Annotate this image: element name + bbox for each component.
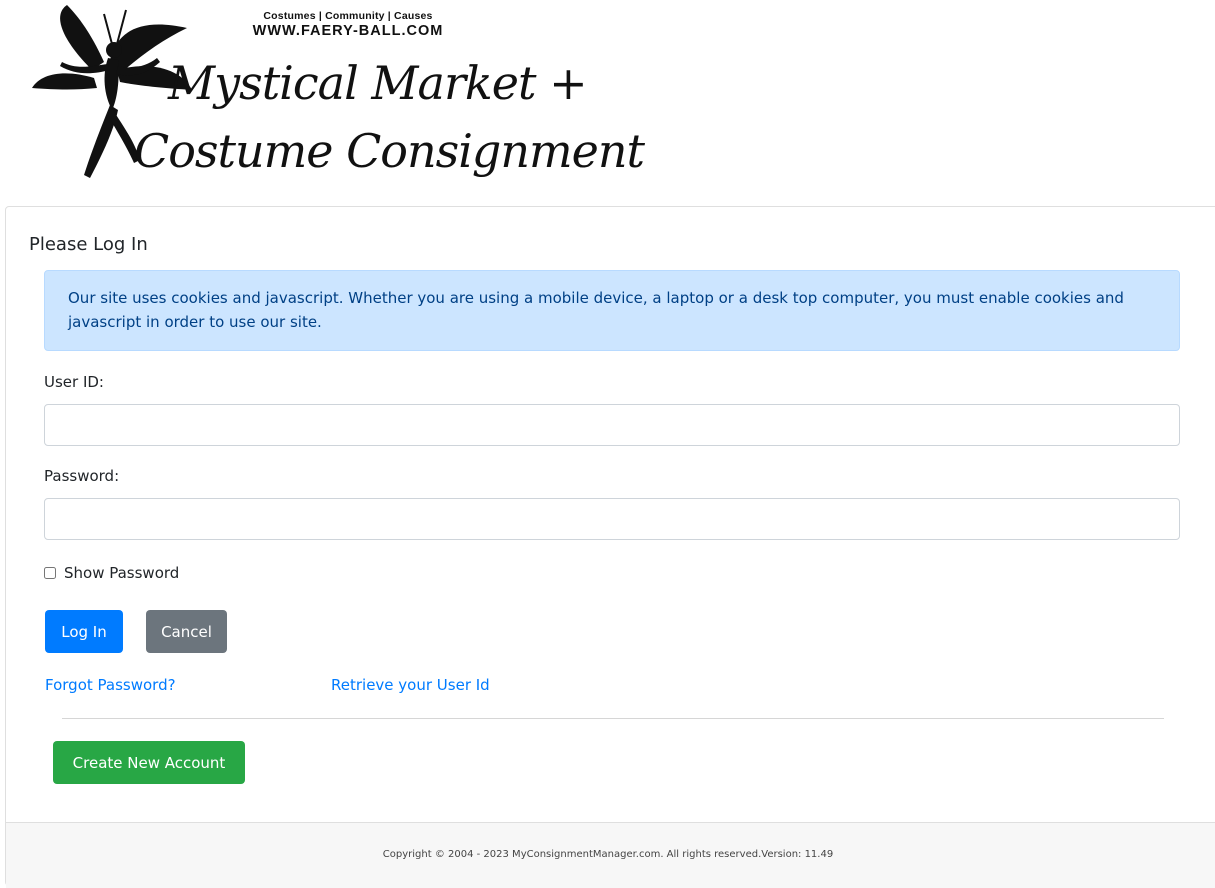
show-password-checkbox[interactable] xyxy=(44,567,56,579)
login-card: Please Log In Our site uses cookies and … xyxy=(5,206,1215,888)
logo-line-2: Costume Consignment xyxy=(134,124,645,178)
login-button[interactable]: Log In xyxy=(45,610,123,653)
retrieve-user-id-link[interactable]: Retrieve your User Id xyxy=(331,676,490,694)
site-logo: Costumes | Community | Causes WWW.FAERY-… xyxy=(22,0,645,192)
copyright-text: Copyright © 2004 - 2023 MyConsignmentMan… xyxy=(382,849,834,860)
create-account-button[interactable]: Create New Account xyxy=(53,741,245,784)
password-input[interactable] xyxy=(44,498,1180,540)
show-password-label[interactable]: Show Password xyxy=(64,564,179,582)
logo-tagline: Costumes | Community | Causes xyxy=(263,10,433,22)
logo-line-1: Mystical Market + xyxy=(168,56,588,110)
cookies-notice-alert: Our site uses cookies and javascript. Wh… xyxy=(44,270,1180,351)
page-title: Please Log In xyxy=(29,234,148,255)
cancel-button[interactable]: Cancel xyxy=(146,610,227,653)
password-label: Password: xyxy=(44,467,120,485)
divider xyxy=(62,718,1164,719)
forgot-password-link[interactable]: Forgot Password? xyxy=(45,676,176,694)
page-footer: Copyright © 2004 - 2023 MyConsignmentMan… xyxy=(6,822,1215,888)
user-id-label: User ID: xyxy=(44,373,104,391)
logo-site-url: WWW.FAERY-BALL.COM xyxy=(252,23,444,39)
user-id-input[interactable] xyxy=(44,404,1180,446)
show-password-toggle[interactable]: Show Password xyxy=(44,562,179,584)
